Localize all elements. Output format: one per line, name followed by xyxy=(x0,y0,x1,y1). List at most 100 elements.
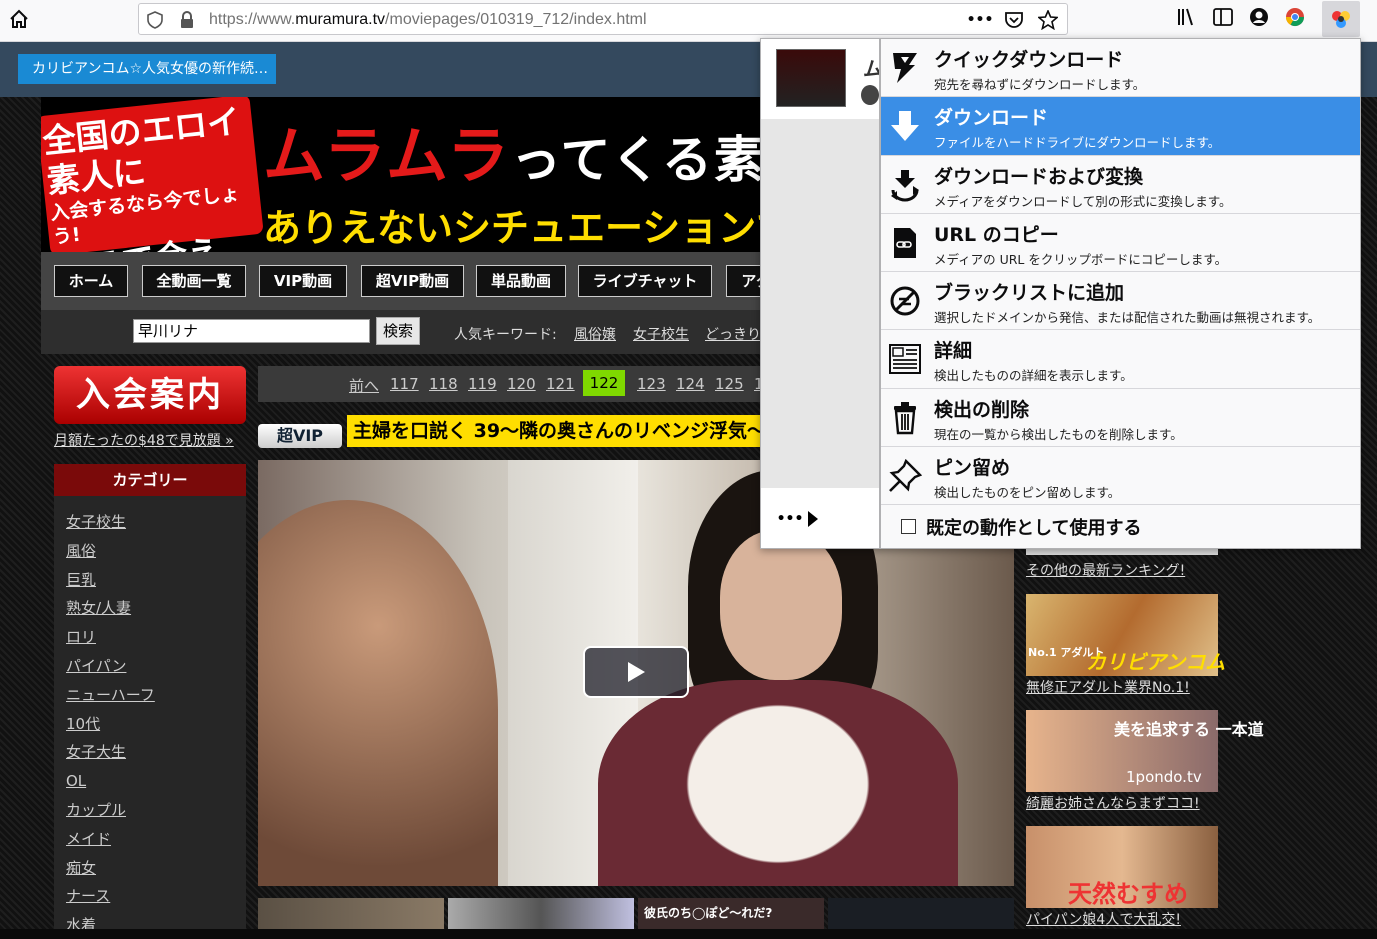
nav-single[interactable]: 単品動画 xyxy=(476,265,566,297)
site-banner[interactable]: 全国のエロイ素人に 入会するなら今でしょう! ここで会える! ムラムラってくる素… xyxy=(41,97,761,252)
ad-10musume[interactable]: 天然むすめ xyxy=(1026,826,1218,908)
category-item[interactable]: 10代 xyxy=(66,710,246,739)
banner-title: ムラムラってくる素人 xyxy=(263,105,761,195)
join-banner[interactable]: 入会案内 xyxy=(54,366,246,424)
menu-item-title: クイックダウンロード xyxy=(934,49,1124,71)
popup-detected-list: ム ••• xyxy=(761,39,883,548)
default-action-checkbox[interactable] xyxy=(901,519,916,535)
category-item[interactable]: ニューハーフ xyxy=(66,681,246,710)
detected-media-status-icon xyxy=(861,85,879,105)
ad-caption[interactable]: 綺麗お姉さんならまずココ! xyxy=(1026,793,1200,813)
details-icon xyxy=(887,340,923,378)
keyword-link[interactable]: 風俗嬢 xyxy=(574,324,616,344)
category-item[interactable]: 女子大生 xyxy=(66,738,246,767)
ad-logo-text: 天然むすめ xyxy=(1068,880,1188,908)
category-item[interactable]: ナース xyxy=(66,882,246,911)
url-bar[interactable]: https://www.muramura.tv/moviepages/01031… xyxy=(138,3,1068,35)
category-item[interactable]: 巨乳 xyxy=(66,566,246,595)
category-item[interactable]: メイド xyxy=(66,825,246,854)
menu-item-desc: ファイルをハードドライブにダウンロードします。 xyxy=(934,135,1221,151)
category-item[interactable]: 女子校生 xyxy=(66,508,246,537)
nav-super-vip[interactable]: 超VIP動画 xyxy=(361,265,464,297)
menu-item-desc: 宛先を尋ねずにダウンロードします。 xyxy=(934,77,1146,92)
chrome-icon[interactable] xyxy=(1284,6,1306,28)
page-actions-icon[interactable]: ••• xyxy=(967,9,994,31)
menu-pin[interactable]: ピン留め 検出したものをピン留めします。 xyxy=(881,447,1360,506)
browser-toolbar: https://www.muramura.tv/moviepages/01031… xyxy=(0,0,1377,42)
copy-url-icon xyxy=(887,224,923,262)
pagination: 前へ 117 118 119 120 121 122 123 124 125 1 xyxy=(258,366,764,402)
menu-copy-url[interactable]: URL のコピー メディアの URL をクリップボードにコピーします。 xyxy=(881,213,1360,273)
menu-item-desc: メディアをダウンロードして別の形式に変換します。 xyxy=(934,193,1232,209)
menu-quick-download[interactable]: クイックダウンロード 宛先を尋ねずにダウンロードします。 xyxy=(881,39,1360,98)
play-button[interactable] xyxy=(583,646,689,698)
category-item[interactable]: 痴女 xyxy=(66,854,246,883)
menu-item-desc: 現在の一覧から検出したものを削除します。 xyxy=(934,426,1183,442)
menu-item-desc: 検出したものの詳細を表示します。 xyxy=(934,368,1133,384)
detected-media-thumbnail[interactable] xyxy=(776,49,846,107)
pocket-icon[interactable] xyxy=(1003,9,1025,31)
category-item[interactable]: カップル xyxy=(66,796,246,825)
page-link[interactable]: 125 xyxy=(715,375,744,393)
menu-remove-detection[interactable]: 検出の削除 現在の一覧から検出したものを削除します。 xyxy=(881,388,1360,448)
category-item[interactable]: 熟女/人妻 xyxy=(66,594,246,623)
page-link[interactable]: 121 xyxy=(546,375,575,393)
page-link[interactable]: 123 xyxy=(637,375,666,393)
page-link[interactable]: 117 xyxy=(390,375,419,393)
home-icon[interactable] xyxy=(6,6,32,32)
download-popup: ム ••• クイックダウンロード 宛先を尋ねずにダウンロードします。 ダウンロー… xyxy=(760,38,1361,549)
category-item[interactable]: パイパン xyxy=(66,652,246,681)
keyword-link[interactable]: 女子校生 xyxy=(633,324,689,344)
video-downloader-extension-icon[interactable] xyxy=(1322,1,1360,37)
search-input[interactable]: 早川リナ xyxy=(133,319,370,343)
library-icon[interactable] xyxy=(1176,6,1198,28)
page-link[interactable]: 119 xyxy=(468,375,497,393)
join-link[interactable]: 月額たったの$48で見放題 » xyxy=(54,430,234,450)
page-prev[interactable]: 前へ xyxy=(349,375,379,396)
nav-home[interactable]: ホーム xyxy=(54,265,128,297)
ad-caption[interactable]: 無修正アダルト業界No.1! xyxy=(1026,677,1190,697)
category-item[interactable]: OL xyxy=(66,767,246,796)
nav-all-videos[interactable]: 全動画一覧 xyxy=(142,265,246,297)
quick-download-icon xyxy=(887,49,923,87)
nav-vip[interactable]: VIP動画 xyxy=(259,265,347,297)
url-text[interactable]: https://www.muramura.tv/moviepages/01031… xyxy=(209,11,647,29)
account-icon[interactable] xyxy=(1248,6,1270,28)
ad-caption[interactable]: パイパン娘4人で大乱交! xyxy=(1026,909,1181,929)
menu-add-blacklist[interactable]: ブラックリストに追加 選択したドメインから発信、または配信された動画は無視されま… xyxy=(881,272,1360,331)
sidebar-icon[interactable] xyxy=(1212,6,1234,28)
menu-download[interactable]: ダウンロード ファイルをハードドライブにダウンロードします。 xyxy=(881,97,1360,156)
ad-1pondo[interactable]: 美を追求する 一本道 1pondo.tv xyxy=(1026,710,1264,792)
page-link[interactable]: 118 xyxy=(429,375,458,393)
blacklist-icon xyxy=(887,282,923,320)
lock-icon[interactable] xyxy=(179,11,195,33)
menu-item-title: ダウンロード xyxy=(934,107,1049,130)
banner-badge: 全国のエロイ素人に 入会するなら今でしょう! ここで会える! xyxy=(41,97,264,252)
url-path: /moviepages/010319_712/index.html xyxy=(385,11,647,28)
popup-more-button[interactable]: ••• xyxy=(773,495,823,543)
menu-item-desc: 選択したドメインから発信、または配信された動画は無視されます。 xyxy=(934,310,1321,326)
page-link[interactable]: 124 xyxy=(676,375,705,393)
search-button[interactable]: 検索 xyxy=(376,317,420,345)
category-item[interactable]: ロリ xyxy=(66,623,246,652)
banner-title-suffix: ってくる素人 xyxy=(510,131,761,189)
shield-icon[interactable] xyxy=(147,11,163,33)
ad-badge: 1pondo.tv xyxy=(1126,768,1202,786)
menu-item-title: ピン留め xyxy=(934,457,1011,480)
page-current: 122 xyxy=(583,370,625,396)
convert-icon xyxy=(887,166,923,204)
ad-caribbeancom[interactable]: No.1 アダルト カリビアンコム xyxy=(1026,594,1225,676)
menu-download-convert[interactable]: ダウンロードおよび変換 メディアをダウンロードして別の形式に変換します。 xyxy=(881,155,1360,214)
default-action-label: 既定の動作として使用する xyxy=(926,518,1142,540)
category-heading: カテゴリー xyxy=(54,464,246,496)
category-item[interactable]: 風俗 xyxy=(66,537,246,566)
menu-item-title: 検出の削除 xyxy=(934,398,1030,421)
keyword-link[interactable]: どっきり xyxy=(705,324,761,344)
page-link[interactable]: 120 xyxy=(507,375,536,393)
menu-details[interactable]: 詳細 検出したものの詳細を表示します。 xyxy=(881,330,1360,389)
bookmark-star-icon[interactable] xyxy=(1037,9,1059,31)
default-action-row[interactable]: 既定の動作として使用する xyxy=(881,505,1360,548)
nav-livechat[interactable]: ライブチャット xyxy=(578,265,712,297)
ranking-link[interactable]: その他の最新ランキング! xyxy=(1026,560,1185,580)
promo-button[interactable]: カリビアンコム☆人気女優の新作続… xyxy=(18,54,276,84)
